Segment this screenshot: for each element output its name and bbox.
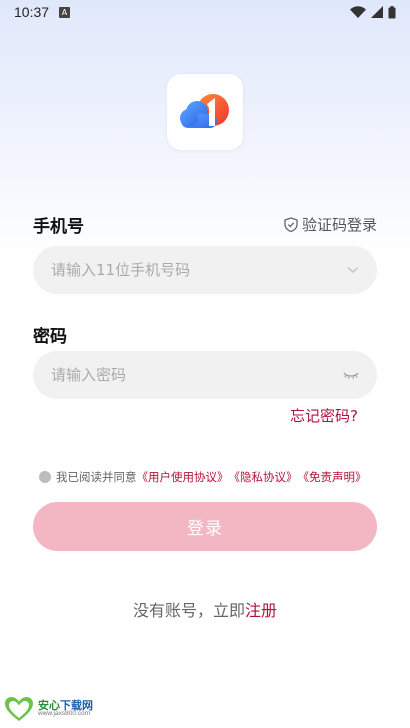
- forgot-password-link[interactable]: 忘记密码?: [290, 405, 358, 426]
- sms-login-link[interactable]: 验证码登录: [284, 214, 377, 235]
- status-icons: [350, 5, 396, 19]
- eye-closed-icon[interactable]: [343, 371, 359, 380]
- phone-field[interactable]: [33, 246, 377, 294]
- privacy-policy-link[interactable]: 《隐私协议》: [229, 469, 298, 485]
- battery-icon: [388, 5, 396, 18]
- register-row: 没有账号，立即注册: [0, 597, 410, 621]
- register-link[interactable]: 注册: [245, 601, 277, 620]
- user-agreement-link[interactable]: 《用户使用协议》: [137, 469, 229, 485]
- cloud-logo-icon: [180, 94, 229, 128]
- heart-logo-icon: [5, 697, 33, 721]
- app-logo: [167, 74, 243, 150]
- phone-label: 手机号: [33, 217, 84, 237]
- signal-icon: [371, 6, 383, 18]
- password-label: 密码: [33, 327, 67, 347]
- watermark: 安心下载网 www.jaxs800.com: [4, 696, 93, 722]
- watermark-text: 安心下载网 www.jaxs800.com: [38, 700, 93, 718]
- status-time: 10:37: [14, 4, 50, 20]
- phone-input[interactable]: [51, 261, 347, 279]
- password-field[interactable]: [33, 351, 377, 399]
- agreement-radio[interactable]: [39, 471, 51, 483]
- agreement-row: 我已阅读并同意 《用户使用协议》 《隐私协议》 《免责声明》: [39, 469, 367, 485]
- register-prompt: 没有账号，立即: [132, 601, 245, 620]
- agreement-prefix: 我已阅读并同意: [56, 470, 137, 484]
- status-bar: 10:37 A: [0, 0, 410, 24]
- notification-a-icon: A: [59, 6, 71, 18]
- disclaimer-link[interactable]: 《免责声明》: [298, 469, 367, 485]
- watermark-url: www.jaxs800.com: [38, 710, 91, 718]
- login-button[interactable]: 登录: [33, 502, 377, 551]
- password-input[interactable]: [51, 366, 343, 384]
- sms-login-label: 验证码登录: [301, 216, 377, 234]
- wifi-icon: [350, 6, 366, 18]
- shield-check-icon: [284, 217, 298, 232]
- chevron-down-icon[interactable]: [347, 266, 359, 274]
